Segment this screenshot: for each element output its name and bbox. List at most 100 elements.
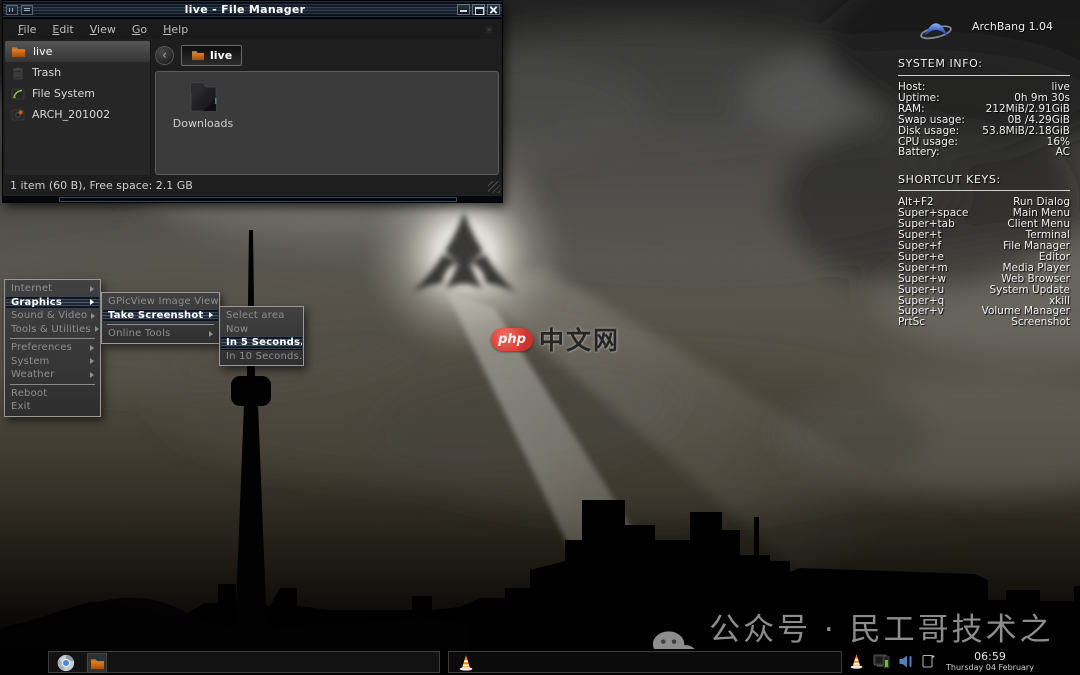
window-title: live - File Manager [184, 3, 306, 16]
minimize-button[interactable] [457, 4, 470, 15]
clock: 06:59 Thursday 04 February [938, 650, 1042, 673]
shortcut-row: Super+w Web Browser [898, 272, 1070, 285]
menubar: File Edit View Go Help [3, 20, 502, 39]
taskbar: 06:59 Thursday 04 February [0, 649, 1080, 675]
vlc-tray-icon[interactable] [848, 653, 865, 670]
menu-item-weather[interactable]: Weather [6, 368, 99, 382]
menu-item-graphics[interactable]: Graphics [6, 295, 99, 309]
window-menu-icon[interactable] [21, 4, 33, 15]
php-watermark: php 中文网 [491, 321, 620, 357]
file-list-view[interactable]: Downloads [155, 71, 499, 175]
clipboard-tray-icon[interactable] [921, 653, 936, 669]
archbang-version-label: ArchBang 1.04 [972, 19, 1054, 33]
menu-item-internet[interactable]: Internet [6, 282, 99, 296]
file-label: Downloads [172, 117, 234, 130]
conky-panel: ArchBang 1.04 SYSTEM INFO: Host: live Upt… [898, 6, 1070, 328]
close-button[interactable] [487, 4, 500, 15]
menu-item-in-10-seconds[interactable]: In 10 Seconds... [221, 350, 302, 364]
desktop-root-menu: Internet Graphics Sound & Video Tools & … [4, 279, 101, 417]
clock-time: 06:59 [974, 650, 1006, 663]
trash-icon [13, 67, 23, 79]
submenu-arrow-icon [91, 312, 96, 319]
breadcrumb-live-button[interactable]: live [181, 44, 243, 66]
menu-item-exit[interactable]: Exit [6, 400, 99, 414]
conky-brand: ArchBang 1.04 [918, 10, 1070, 42]
busy-spinner-icon: ✳ [483, 23, 494, 37]
menu-edit[interactable]: Edit [45, 21, 80, 38]
window-icon[interactable] [6, 4, 18, 15]
menu-item-gpicview[interactable]: GPicView Image Viewer [103, 295, 218, 309]
submenu-arrow-icon [209, 330, 213, 337]
shortcut-keys-title: SHORTCUT KEYS: [898, 173, 1001, 187]
submenu-arrow-icon [90, 358, 94, 365]
menu-item-tools-utilities[interactable]: Tools & Utilities [6, 323, 99, 337]
menu-item-now[interactable]: Now [221, 323, 302, 337]
system-info-title: SYSTEM INFO: [898, 57, 983, 70]
menu-item-preferences[interactable]: Preferences [6, 341, 99, 355]
file-item-downloads[interactable]: Downloads [166, 80, 240, 130]
menu-separator [10, 338, 95, 339]
folder-dark-icon [190, 82, 217, 112]
menu-item-take-screenshot[interactable]: Take Screenshot [103, 308, 218, 322]
menu-item-sound-video[interactable]: Sound & Video [6, 309, 99, 323]
filesystem-drive-icon [11, 88, 25, 99]
resize-grip[interactable] [488, 181, 500, 193]
place-file-system[interactable]: File System [5, 83, 150, 104]
scrollbar-handle[interactable] [59, 197, 457, 202]
vlc-task-icon[interactable] [457, 654, 475, 672]
place-live[interactable]: live [5, 41, 150, 62]
horizontal-scrollbar[interactable] [3, 195, 502, 202]
sysinfo-row: Disk usage: 53.8MiB/2.18GiB [898, 124, 1070, 137]
submenu-arrow-icon [90, 285, 94, 292]
shortcut-row: PrtSc Screenshot [898, 316, 1070, 329]
toolbar: ‹ live [155, 42, 243, 68]
menu-item-online-tools[interactable]: Online Tools [103, 327, 218, 341]
folder-orange-icon [12, 47, 25, 58]
sysinfo-row: Swap usage: 0B /4.29GiB [898, 113, 1070, 126]
breadcrumb-label: live [210, 48, 233, 62]
screenshot-submenu: Select area Now In 5 Seconds... In 10 Se… [219, 306, 304, 366]
shortcut-row: Super+u System Update [898, 283, 1070, 296]
taskbar-section-secondary [448, 651, 842, 673]
maximize-button[interactable] [472, 4, 485, 15]
chromium-browser-icon[interactable] [57, 654, 75, 672]
menu-separator [107, 324, 214, 325]
clock-date: Thursday 04 February [946, 663, 1034, 672]
menu-help[interactable]: Help [156, 21, 195, 38]
statusbar: 1 item (60 B), Free space: 2.1 GB [3, 176, 502, 195]
desktop: php 中文网 公众号 · 民工哥技术之路 [0, 0, 1080, 675]
menu-item-in-5-seconds[interactable]: In 5 Seconds... [221, 336, 302, 350]
menu-separator [10, 383, 95, 385]
menu-file[interactable]: File [11, 21, 43, 38]
status-text: 1 item (60 B), Free space: 2.1 GB [10, 179, 193, 192]
place-trash[interactable]: Trash [5, 62, 150, 83]
graphics-submenu: GPicView Image Viewer Take Screenshot On… [101, 292, 220, 344]
submenu-arrow-icon [90, 344, 94, 351]
folder-orange-icon [192, 51, 204, 61]
menu-item-select-area[interactable]: Select area [221, 309, 302, 323]
sysinfo-row: Battery: AC [898, 146, 1070, 159]
disc-volume-icon [11, 109, 25, 120]
submenu-arrow-icon [209, 312, 213, 319]
taskbar-task-file-manager[interactable] [87, 653, 107, 673]
menu-go[interactable]: Go [125, 21, 154, 38]
submenu-arrow-icon [90, 299, 94, 306]
php-watermark-text: 中文网 [539, 326, 621, 355]
menu-item-system[interactable]: System [6, 355, 99, 369]
divider [898, 75, 1070, 76]
folder-orange-icon [90, 658, 104, 669]
place-arch-volume[interactable]: ARCH_201002 [5, 104, 150, 125]
file-manager-window: live - File Manager File Edit View Go He… [2, 0, 503, 203]
taskbar-section-main [48, 651, 440, 673]
submenu-arrow-icon [94, 326, 99, 333]
window-titlebar[interactable]: live - File Manager [3, 1, 502, 19]
back-button[interactable]: ‹ [155, 45, 174, 65]
battery-monitor-tray-icon[interactable] [873, 653, 891, 670]
volume-tray-icon[interactable] [898, 653, 915, 670]
menu-item-reboot[interactable]: Reboot [6, 387, 99, 401]
menu-view[interactable]: View [83, 21, 123, 38]
submenu-arrow-icon [90, 371, 94, 378]
php-logo-badge: php [491, 327, 533, 351]
archbang-logo [920, 23, 952, 40]
divider [898, 190, 1070, 192]
